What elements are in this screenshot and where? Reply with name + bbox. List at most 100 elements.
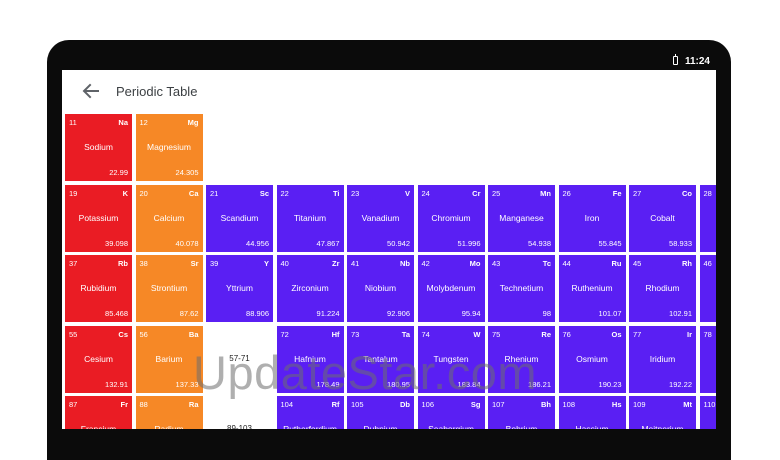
element-name: Strontium: [150, 283, 188, 293]
element-number: 45: [633, 259, 642, 268]
element-tile[interactable]: 105 Db Dubnium: [347, 396, 414, 429]
element-tile[interactable]: 28: [699, 184, 716, 252]
element-number: 105: [351, 400, 364, 409]
element-tile[interactable]: 109 Mt Meitnerium: [629, 396, 696, 429]
element-name: Vanadium: [361, 212, 400, 223]
element-tile[interactable]: 43 Tc Technetium 98: [488, 255, 555, 322]
element-mass: 88.906: [246, 309, 269, 318]
element-symbol: Ir: [686, 329, 692, 339]
element-tile[interactable]: 38 Sr Strontium 87.62: [135, 255, 203, 322]
element-mass: 85.468: [105, 309, 128, 318]
element-name: Magnesium: [147, 142, 191, 152]
element-number: 107: [492, 400, 505, 409]
element-tile[interactable]: 44 Ru Ruthenium 101.07: [558, 255, 626, 322]
element-name: Seaborgium: [428, 424, 474, 429]
element-number: 24: [421, 188, 430, 198]
element-tile[interactable]: 78: [699, 325, 716, 393]
element-number: 106: [421, 400, 435, 409]
element-tile[interactable]: 107 Bh Bohrium: [488, 396, 555, 429]
element-tile[interactable]: 23 V Vanadium 50.942: [347, 184, 414, 252]
element-name: Chromium: [431, 212, 471, 223]
element-number: 56: [139, 329, 148, 339]
element-tile[interactable]: 76 Os Osmium 190.23: [558, 325, 626, 393]
element-name: Dubnium: [363, 424, 398, 429]
element-symbol: Re: [541, 329, 551, 339]
element-number: 110: [703, 400, 716, 409]
element-tile[interactable]: 22 Ti Titanium 47.867: [276, 184, 344, 252]
element-name: Calcium: [153, 212, 185, 223]
element-number: 41: [351, 259, 360, 268]
element-number: 19: [69, 188, 78, 198]
element-tile[interactable]: 26 Fe Iron 55.845: [558, 184, 626, 252]
status-bar: 11:24: [62, 53, 716, 70]
element-number: 44: [562, 259, 571, 268]
back-arrow-icon[interactable]: [80, 80, 102, 102]
element-symbol: Na: [118, 118, 128, 127]
element-symbol: Ru: [611, 259, 622, 268]
element-mass: 190.23: [598, 379, 622, 389]
element-symbol: Cs: [118, 329, 128, 339]
element-tile[interactable]: 20 Ca Calcium 40.078: [135, 184, 203, 252]
element-number: 75: [492, 329, 501, 339]
element-number: 26: [562, 188, 571, 198]
element-symbol: Ti: [332, 188, 340, 198]
element-tile[interactable]: 46: [699, 255, 716, 322]
element-name: Rutherfordium: [283, 424, 337, 429]
element-tile[interactable]: 39 Y Yttrium 88.906: [206, 255, 273, 322]
element-symbol: Tc: [542, 259, 551, 268]
element-name: Iridium: [649, 353, 676, 364]
element-symbol: Ra: [188, 400, 199, 409]
element-name: Radium: [154, 424, 184, 429]
element-symbol: Zr: [332, 259, 340, 268]
element-tile[interactable]: 41 Nb Niobium 92.906: [347, 255, 414, 322]
element-tile[interactable]: 104 Rf Rutherfordium: [276, 396, 344, 429]
element-number: 38: [139, 259, 148, 268]
element-tile[interactable]: 77 Ir Iridium 192.22: [629, 325, 696, 393]
element-tile[interactable]: 42 Mo Molybdenum 95.94: [417, 255, 485, 322]
element-tile[interactable]: 87 Fr Francium: [65, 396, 132, 429]
element-mass: 55.845: [598, 238, 622, 248]
element-tile[interactable]: 24 Cr Chromium 51.996: [417, 184, 485, 252]
element-symbol: Nb: [400, 259, 410, 268]
element-tile[interactable]: 11 Na Sodium 22.99: [65, 114, 132, 181]
element-mass: 92.906: [387, 309, 410, 318]
element-tile[interactable]: 110: [699, 396, 716, 429]
element-symbol: Co: [682, 188, 692, 198]
element-number: 23: [351, 188, 360, 198]
element-tile[interactable]: 12 Mg Magnesium 24.305: [135, 114, 203, 181]
element-number: 104: [280, 400, 294, 409]
element-name: Rhodium: [645, 283, 680, 293]
element-symbol: Cr: [472, 188, 481, 198]
element-tile[interactable]: 37 Rb Rubidium 85.468: [65, 255, 132, 322]
element-mass: 54.938: [528, 238, 551, 248]
element-tile[interactable]: 45 Rh Rhodium 102.91: [629, 255, 696, 322]
page-title: Periodic Table: [116, 84, 198, 99]
element-mass: 101.07: [598, 309, 622, 318]
element-tile[interactable]: 40 Zr Zirconium 91.224: [276, 255, 344, 322]
element-name: Francium: [80, 424, 117, 429]
element-tile[interactable]: 27 Co Cobalt 58.933: [629, 184, 696, 252]
element-symbol: Ca: [188, 188, 199, 198]
element-tile[interactable]: 88 Ra Radium: [135, 396, 203, 429]
element-tile[interactable]: 108 Hs Hassium: [558, 396, 626, 429]
element-tile[interactable]: 25 Mn Manganese 54.938: [488, 184, 555, 252]
element-symbol: Rb: [118, 259, 128, 268]
element-name: Meitnerium: [641, 424, 684, 429]
element-number: 88: [139, 400, 148, 409]
element-number: 28: [703, 188, 712, 198]
element-tile[interactable]: 19 K Potassium 39.098: [65, 184, 132, 252]
element-tile[interactable]: 55 Cs Cesium 132.91: [65, 325, 132, 393]
element-number: 11: [69, 118, 77, 127]
element-tile[interactable]: 106 Sg Seaborgium: [417, 396, 485, 429]
element-name: Rubidium: [80, 283, 117, 293]
element-name: Yttrium: [226, 283, 253, 293]
element-name: Iron: [584, 212, 600, 223]
element-symbol: Mn: [540, 188, 551, 198]
element-symbol: Hf: [331, 329, 340, 339]
element-range-tile[interactable]: 89-103: [206, 396, 273, 429]
watermark-text: UpdateStar.com: [193, 346, 538, 399]
element-number: 109: [633, 400, 646, 409]
element-name: Zirconium: [291, 283, 329, 293]
element-number: 39: [210, 259, 219, 268]
element-tile[interactable]: 21 Sc Scandium 44.956: [206, 184, 273, 252]
